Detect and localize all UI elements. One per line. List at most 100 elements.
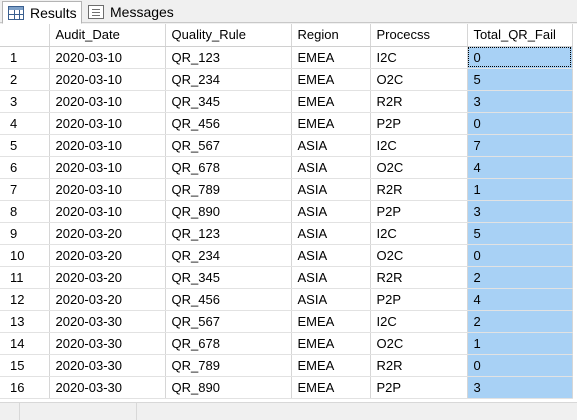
audit-date-cell[interactable]: 2020-03-20	[49, 266, 166, 289]
audit-date-cell[interactable]: 2020-03-30	[49, 376, 166, 399]
column-header-quality-rule[interactable]: Quality_Rule	[165, 24, 292, 47]
audit-date-cell[interactable]: 2020-03-20	[49, 244, 166, 267]
total-qr-fail-cell[interactable]: 0	[467, 46, 573, 69]
total-qr-fail-cell[interactable]: 0	[467, 244, 573, 267]
table-row[interactable]: 13 2020-03-30 QR_567 EMEA I2C 2	[0, 310, 573, 333]
region-cell[interactable]: ASIA	[291, 288, 371, 311]
process-cell[interactable]: I2C	[370, 222, 468, 245]
row-number[interactable]: 16	[0, 376, 50, 399]
table-row[interactable]: 14 2020-03-30 QR_678 EMEA O2C 1	[0, 332, 573, 355]
audit-date-cell[interactable]: 2020-03-10	[49, 46, 166, 69]
row-number[interactable]: 10	[0, 244, 50, 267]
quality-rule-cell[interactable]: QR_678	[165, 156, 292, 179]
column-header-audit-date[interactable]: Audit_Date	[49, 24, 166, 47]
quality-rule-cell[interactable]: QR_456	[165, 288, 292, 311]
region-cell[interactable]: EMEA	[291, 376, 371, 399]
audit-date-cell[interactable]: 2020-03-20	[49, 222, 166, 245]
row-number[interactable]: 5	[0, 134, 50, 157]
process-cell[interactable]: I2C	[370, 134, 468, 157]
quality-rule-cell[interactable]: QR_123	[165, 46, 292, 69]
process-cell[interactable]: O2C	[370, 68, 468, 91]
region-cell[interactable]: EMEA	[291, 332, 371, 355]
row-number[interactable]: 13	[0, 310, 50, 333]
process-cell[interactable]: P2P	[370, 200, 468, 223]
process-cell[interactable]: R2R	[370, 90, 468, 113]
process-cell[interactable]: P2P	[370, 376, 468, 399]
row-number[interactable]: 4	[0, 112, 50, 135]
audit-date-cell[interactable]: 2020-03-10	[49, 90, 166, 113]
table-row[interactable]: 9 2020-03-20 QR_123 ASIA I2C 5	[0, 222, 573, 245]
table-row[interactable]: 10 2020-03-20 QR_234 ASIA O2C 0	[0, 244, 573, 267]
row-number[interactable]: 7	[0, 178, 50, 201]
quality-rule-cell[interactable]: QR_345	[165, 266, 292, 289]
quality-rule-cell[interactable]: QR_789	[165, 178, 292, 201]
table-row[interactable]: 5 2020-03-10 QR_567 ASIA I2C 7	[0, 134, 573, 157]
column-header-total-qr-fail[interactable]: Total_QR_Fail	[467, 24, 573, 47]
audit-date-cell[interactable]: 2020-03-30	[49, 354, 166, 377]
table-row[interactable]: 3 2020-03-10 QR_345 EMEA R2R 3	[0, 90, 573, 113]
region-cell[interactable]: ASIA	[291, 178, 371, 201]
quality-rule-cell[interactable]: QR_567	[165, 134, 292, 157]
audit-date-cell[interactable]: 2020-03-30	[49, 310, 166, 333]
process-cell[interactable]: P2P	[370, 112, 468, 135]
region-cell[interactable]: ASIA	[291, 244, 371, 267]
quality-rule-cell[interactable]: QR_123	[165, 222, 292, 245]
quality-rule-cell[interactable]: QR_678	[165, 332, 292, 355]
region-cell[interactable]: EMEA	[291, 354, 371, 377]
process-cell[interactable]: I2C	[370, 310, 468, 333]
total-qr-fail-cell[interactable]: 0	[467, 112, 573, 135]
process-cell[interactable]: O2C	[370, 156, 468, 179]
row-number[interactable]: 2	[0, 68, 50, 91]
audit-date-cell[interactable]: 2020-03-10	[49, 68, 166, 91]
region-cell[interactable]: ASIA	[291, 200, 371, 223]
row-number[interactable]: 12	[0, 288, 50, 311]
region-cell[interactable]: ASIA	[291, 156, 371, 179]
total-qr-fail-cell[interactable]: 3	[467, 200, 573, 223]
total-qr-fail-cell[interactable]: 3	[467, 90, 573, 113]
quality-rule-cell[interactable]: QR_234	[165, 244, 292, 267]
process-cell[interactable]: P2P	[370, 288, 468, 311]
total-qr-fail-cell[interactable]: 7	[467, 134, 573, 157]
horizontal-scrollbar[interactable]	[0, 402, 577, 420]
column-header-process[interactable]: Procecss	[370, 24, 468, 47]
table-row[interactable]: 1 2020-03-10 QR_123 EMEA I2C 0	[0, 46, 573, 69]
table-row[interactable]: 2 2020-03-10 QR_234 EMEA O2C 5	[0, 68, 573, 91]
total-qr-fail-cell[interactable]: 1	[467, 332, 573, 355]
region-cell[interactable]: ASIA	[291, 134, 371, 157]
total-qr-fail-cell[interactable]: 5	[467, 68, 573, 91]
process-cell[interactable]: R2R	[370, 178, 468, 201]
audit-date-cell[interactable]: 2020-03-10	[49, 200, 166, 223]
row-number[interactable]: 9	[0, 222, 50, 245]
quality-rule-cell[interactable]: QR_456	[165, 112, 292, 135]
region-cell[interactable]: EMEA	[291, 46, 371, 69]
process-cell[interactable]: R2R	[370, 266, 468, 289]
quality-rule-cell[interactable]: QR_890	[165, 200, 292, 223]
quality-rule-cell[interactable]: QR_890	[165, 376, 292, 399]
process-cell[interactable]: R2R	[370, 354, 468, 377]
audit-date-cell[interactable]: 2020-03-10	[49, 134, 166, 157]
process-cell[interactable]: I2C	[370, 46, 468, 69]
total-qr-fail-cell[interactable]: 3	[467, 376, 573, 399]
quality-rule-cell[interactable]: QR_789	[165, 354, 292, 377]
results-grid[interactable]: Audit_Date Quality_Rule Region Procecss Tota…	[0, 24, 577, 402]
table-row[interactable]: 15 2020-03-30 QR_789 EMEA R2R 0	[0, 354, 573, 377]
process-cell[interactable]: O2C	[370, 244, 468, 267]
total-qr-fail-cell[interactable]: 4	[467, 288, 573, 311]
quality-rule-cell[interactable]: QR_234	[165, 68, 292, 91]
total-qr-fail-cell[interactable]: 4	[467, 156, 573, 179]
audit-date-cell[interactable]: 2020-03-20	[49, 288, 166, 311]
total-qr-fail-cell[interactable]: 1	[467, 178, 573, 201]
row-number[interactable]: 14	[0, 332, 50, 355]
region-cell[interactable]: ASIA	[291, 222, 371, 245]
table-row[interactable]: 11 2020-03-20 QR_345 ASIA R2R 2	[0, 266, 573, 289]
quality-rule-cell[interactable]: QR_345	[165, 90, 292, 113]
total-qr-fail-cell[interactable]: 2	[467, 266, 573, 289]
region-cell[interactable]: ASIA	[291, 266, 371, 289]
total-qr-fail-cell[interactable]: 0	[467, 354, 573, 377]
quality-rule-cell[interactable]: QR_567	[165, 310, 292, 333]
row-number[interactable]: 3	[0, 90, 50, 113]
tab-results[interactable]: Results	[2, 1, 82, 24]
table-row[interactable]: 4 2020-03-10 QR_456 EMEA P2P 0	[0, 112, 573, 135]
region-cell[interactable]: EMEA	[291, 68, 371, 91]
row-number[interactable]: 8	[0, 200, 50, 223]
